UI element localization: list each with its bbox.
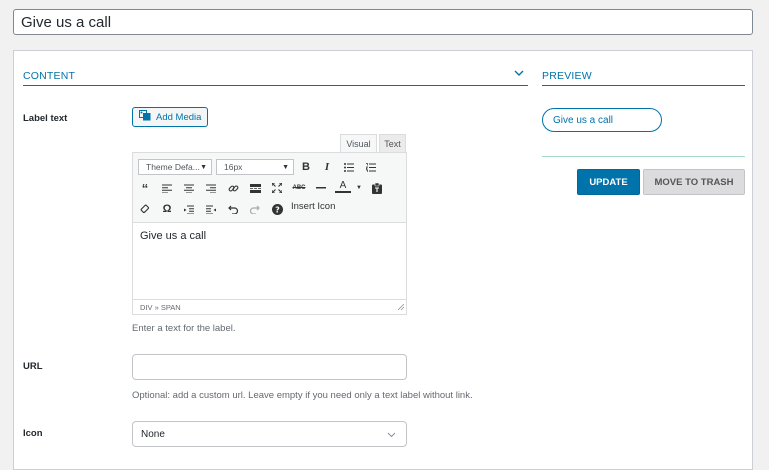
url-help-text: Optional: add a custom url. Leave empty … — [132, 390, 473, 401]
editor-content[interactable]: Give us a call — [133, 223, 406, 299]
undo-icon[interactable] — [225, 201, 241, 217]
icon-select-value: None — [141, 428, 165, 440]
link-icon[interactable] — [225, 180, 241, 196]
blockquote-icon[interactable]: “ — [137, 180, 153, 196]
clear-formatting-icon[interactable] — [137, 201, 153, 217]
special-character-icon[interactable]: Ω — [159, 201, 175, 217]
insert-icon-button[interactable]: Insert Icon — [291, 201, 335, 212]
label-text-label: Label text — [23, 113, 68, 124]
resize-handle-icon[interactable] — [397, 303, 405, 312]
redo-icon[interactable] — [247, 201, 263, 217]
strikethrough-icon[interactable]: ABC — [291, 180, 307, 196]
tab-text[interactable]: Text — [379, 134, 406, 153]
tab-visual[interactable]: Visual — [340, 134, 377, 153]
icon-select[interactable]: None — [132, 421, 407, 447]
outdent-icon[interactable] — [181, 201, 197, 217]
chevron-down-icon — [387, 430, 396, 441]
element-path: DIV » SPAN — [140, 302, 181, 312]
label-help-text: Enter a text for the label. — [132, 323, 236, 334]
paste-text-icon[interactable] — [369, 180, 385, 196]
preview-label-pill: Give us a call — [542, 108, 662, 132]
page-scrollbar[interactable] — [762, 0, 769, 452]
caret-down-icon: ▼ — [200, 164, 207, 171]
title-input[interactable] — [13, 9, 753, 35]
horizontal-rule-icon[interactable] — [313, 180, 329, 196]
font-size-value: 16px — [224, 162, 243, 172]
numbered-list-icon[interactable] — [363, 159, 379, 175]
preview-section-heading: PREVIEW — [542, 70, 745, 86]
font-size-select[interactable]: 16px ▼ — [216, 159, 294, 175]
text-color-icon[interactable]: A — [335, 180, 351, 193]
rich-text-editor: Theme Defa... ▼ 16px ▼ B I “ ABC A ▼ Ω ?… — [132, 152, 407, 315]
format-select-value: Theme Defa... — [146, 162, 200, 172]
format-select[interactable]: Theme Defa... ▼ — [138, 159, 212, 175]
bullet-list-icon[interactable] — [341, 159, 357, 175]
align-left-icon[interactable] — [159, 180, 175, 196]
settings-panel: CONTENT PREVIEW Label text Add Media Vis… — [13, 50, 753, 470]
chevron-down-icon[interactable] — [512, 67, 526, 79]
move-to-trash-button[interactable]: MOVE TO TRASH — [643, 169, 745, 195]
align-right-icon[interactable] — [203, 180, 219, 196]
italic-icon[interactable]: I — [319, 159, 335, 175]
bold-icon[interactable]: B — [298, 159, 314, 175]
indent-icon[interactable] — [203, 201, 219, 217]
read-more-icon[interactable] — [247, 180, 263, 196]
align-center-icon[interactable] — [181, 180, 197, 196]
editor-toolbar: Theme Defa... ▼ 16px ▼ B I “ ABC A ▼ Ω ?… — [133, 153, 406, 223]
caret-down-icon[interactable]: ▼ — [351, 180, 367, 196]
content-section-heading: CONTENT — [23, 70, 528, 86]
svg-text:?: ? — [275, 205, 280, 214]
url-label: URL — [23, 361, 43, 372]
editor-status-bar: DIV » SPAN — [133, 299, 406, 314]
help-icon[interactable]: ? — [269, 201, 285, 217]
add-media-button[interactable]: Add Media — [132, 107, 209, 127]
add-media-label: Add Media — [156, 111, 202, 123]
update-button[interactable]: UPDATE — [577, 169, 640, 195]
fullscreen-icon[interactable] — [269, 180, 285, 196]
url-input[interactable] — [132, 354, 407, 380]
add-media-icon — [139, 110, 151, 124]
caret-down-icon: ▼ — [282, 164, 289, 171]
icon-label: Icon — [23, 428, 43, 439]
preview-divider — [542, 156, 745, 157]
